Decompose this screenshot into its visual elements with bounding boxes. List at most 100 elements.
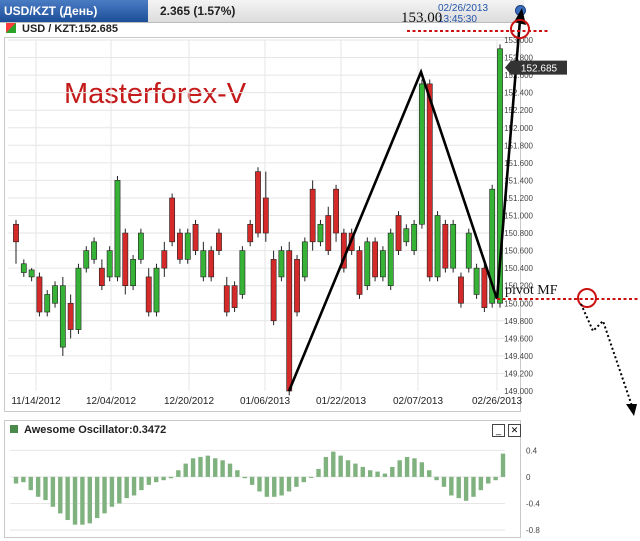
pivot-label: pivot MF <box>505 283 558 298</box>
candle <box>67 302 74 330</box>
osc-bar <box>478 476 484 491</box>
y-tick-label: 150.800 <box>504 229 533 238</box>
osc-tick-label: -0.8 <box>526 526 540 535</box>
y-tick-label: 152.400 <box>504 89 533 98</box>
candle <box>91 241 97 260</box>
osc-bar <box>279 476 284 496</box>
osc-bar <box>493 476 498 481</box>
y-tick-label: 151.400 <box>504 176 533 185</box>
candle <box>364 241 371 286</box>
osc-bar <box>205 455 211 477</box>
osc-bar <box>87 476 92 524</box>
osc-bar <box>353 463 358 477</box>
x-tick-label: 02/26/2013 <box>472 396 522 407</box>
osc-bar <box>427 470 432 477</box>
osc-bar <box>286 476 292 492</box>
candle <box>145 276 152 313</box>
candle <box>200 250 207 278</box>
candle <box>356 250 363 295</box>
candle <box>28 269 35 278</box>
y-tick-label: 149.400 <box>504 352 533 361</box>
candle <box>52 285 58 304</box>
candle <box>458 276 464 304</box>
arrowhead-icon <box>514 8 526 25</box>
x-tick-label: 12/04/2012 <box>86 396 136 407</box>
candle <box>247 223 254 243</box>
osc-bar <box>72 476 78 525</box>
osc-bar <box>183 463 188 477</box>
candle <box>395 215 402 251</box>
osc-bar <box>117 476 122 504</box>
candle <box>387 232 394 287</box>
y-tick-label: 150.400 <box>504 264 533 273</box>
candle <box>239 250 246 295</box>
candle <box>286 250 293 392</box>
osc-bar <box>102 476 107 514</box>
candle <box>301 241 308 278</box>
candle <box>473 267 480 295</box>
osc-bar <box>190 458 196 477</box>
osc-bar <box>131 476 137 496</box>
candle <box>426 83 433 278</box>
candle <box>184 232 191 260</box>
candle <box>442 223 449 269</box>
osc-bar <box>449 476 454 496</box>
candle <box>13 223 19 243</box>
y-tick-label: 152.200 <box>504 106 533 115</box>
osc-bar <box>390 466 395 477</box>
candle <box>294 259 300 313</box>
osc-bar <box>176 470 181 477</box>
osc-bar <box>124 476 129 499</box>
candle <box>44 294 51 313</box>
candle <box>372 241 378 278</box>
osc-bar <box>367 470 373 477</box>
candle <box>380 250 386 278</box>
x-tick-label: 12/20/2012 <box>164 396 214 407</box>
osc-bar <box>242 476 247 479</box>
y-tick-label: 149.800 <box>504 317 533 326</box>
candle <box>231 285 238 308</box>
candle <box>216 232 222 251</box>
y-tick-label: 149.200 <box>504 369 533 378</box>
osc-tick-label: -0.4 <box>526 499 540 508</box>
candle <box>161 250 168 269</box>
price-chart: Masterforex-V 149.000 149.200 149.400 149.60… <box>8 8 640 535</box>
osc-bar <box>486 476 491 484</box>
y-tick-label: 150.000 <box>504 299 533 308</box>
x-tick-label: 01/06/2013 <box>240 396 290 407</box>
candle <box>309 188 316 243</box>
x-tick-label: 01/22/2013 <box>316 396 366 407</box>
candle <box>106 250 113 278</box>
candle <box>192 223 199 251</box>
candle <box>411 223 418 251</box>
osc-bar <box>308 476 314 478</box>
osc-bar <box>227 463 233 477</box>
osc-bar <box>434 476 439 481</box>
candle <box>138 232 144 260</box>
osc-bar <box>249 476 255 485</box>
osc-bar <box>198 456 203 477</box>
osc-bar <box>301 476 306 483</box>
candle <box>122 232 129 287</box>
candle <box>114 180 121 278</box>
candle <box>403 228 410 243</box>
osc-bar <box>146 476 152 485</box>
osc-bar <box>316 468 321 477</box>
osc-bar <box>375 471 380 477</box>
y-tick-label: 151.000 <box>504 212 533 221</box>
osc-bar <box>294 476 299 487</box>
candle <box>59 285 66 348</box>
price-tag-label: 152.685 <box>521 64 558 75</box>
candle <box>333 188 339 234</box>
osc-bar <box>360 466 366 477</box>
candle <box>83 250 90 269</box>
osc-bar <box>80 476 85 525</box>
osc-bar <box>441 476 447 487</box>
osc-tick-label: 0.4 <box>526 446 538 455</box>
candle <box>270 259 277 322</box>
y-tick-label: 152.000 <box>504 124 533 133</box>
osc-bar <box>65 476 70 521</box>
osc-bar <box>43 476 48 501</box>
osc-bar <box>419 462 425 477</box>
target-label: 153.00 <box>401 10 442 26</box>
